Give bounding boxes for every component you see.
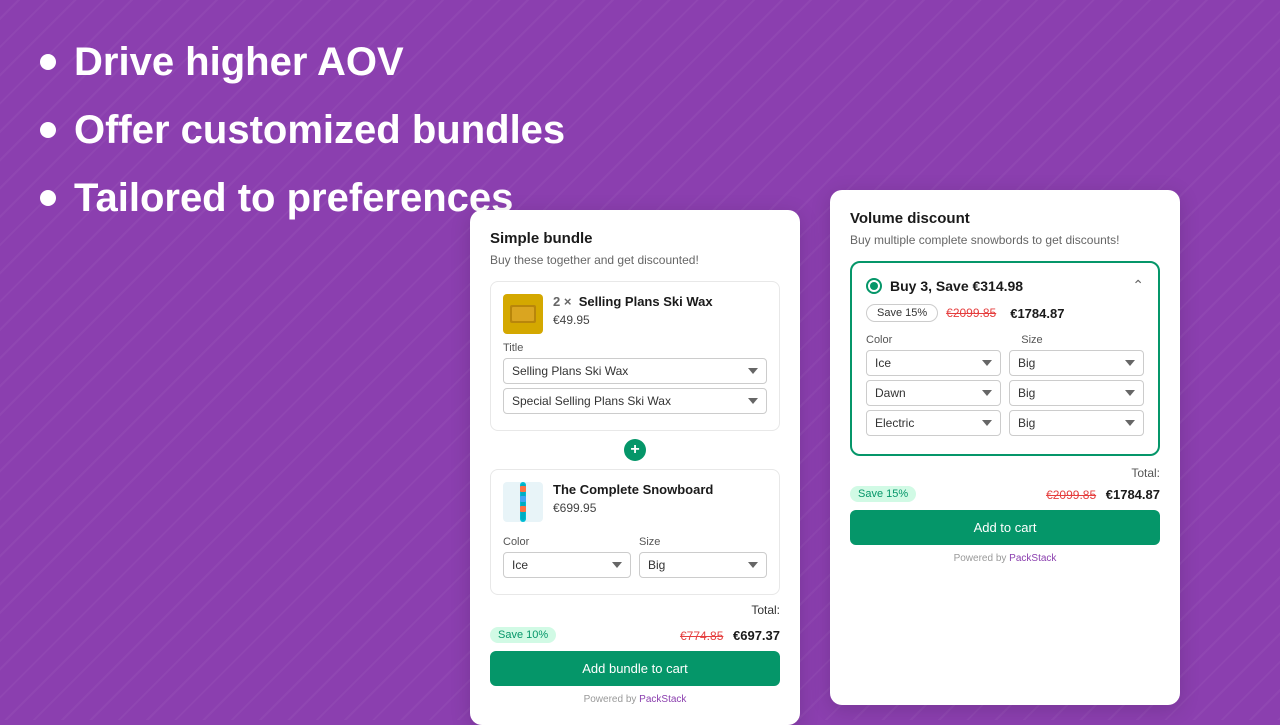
product2-header: The Complete Snowboard €699.95 <box>503 482 767 522</box>
variant3-color-select[interactable]: Ice Dawn Electric <box>866 410 1001 436</box>
vol-total-row: Total: <box>850 466 1160 480</box>
product2-color-label: Color <box>503 536 631 548</box>
vol-original-price: €2099.85 <box>946 306 996 320</box>
volume-discount-subtitle: Buy multiple complete snowbords to get d… <box>850 233 1160 247</box>
color-col-label: Color <box>866 334 1013 346</box>
bullet-aov: Drive higher AOV <box>40 40 565 84</box>
buy3-radio[interactable] <box>866 278 882 294</box>
volume-discount-card: Volume discount Buy multiple complete sn… <box>830 190 1180 705</box>
vol-footer-discounted: €1784.87 <box>1106 487 1160 502</box>
save15-badge: Save 15% <box>866 304 938 322</box>
vol-total-label: Total: <box>1131 466 1160 480</box>
variant-row-2: Ice Dawn Electric Big Small <box>866 380 1144 406</box>
vol-save-badge: Save 15% <box>850 486 916 502</box>
product1-field-label: Title <box>503 342 767 354</box>
buy3-header: Buy 3, Save €314.98 ⌃ <box>866 277 1144 294</box>
original-price-value: €774.85 <box>680 629 723 643</box>
add-plus-area: + <box>490 439 780 461</box>
vol-footer-original: €2099.85 <box>1046 488 1096 502</box>
add-plus-button[interactable]: + <box>624 439 646 461</box>
product2-size-group: Size Big Small <box>639 530 767 582</box>
buy3-title: Buy 3, Save €314.98 <box>890 278 1023 294</box>
product2-color-select[interactable]: Ice Dawn Electric <box>503 552 631 578</box>
simple-bundle-subtitle: Buy these together and get discounted! <box>490 253 780 267</box>
product1-quantity: 2 × <box>553 294 575 309</box>
size-col-label: Size <box>1021 334 1144 346</box>
variant3-size-select[interactable]: Big Small <box>1009 410 1144 436</box>
product1-dropdown1[interactable]: Selling Plans Ski Wax <box>503 358 767 384</box>
bullet-dot-aov <box>40 54 56 70</box>
product2-price: €699.95 <box>553 501 713 515</box>
vol-add-button[interactable]: Add to cart <box>850 510 1160 545</box>
variant1-size-select[interactable]: Big Small <box>1009 350 1144 376</box>
save-row: Save 10% €774.85 €697.37 <box>490 627 780 643</box>
product2-thumbnail <box>503 482 543 522</box>
buy3-left: Buy 3, Save €314.98 <box>866 278 1023 294</box>
product1-name: 2 × Selling Plans Ski Wax <box>553 294 713 311</box>
variant-header-row: Color Size <box>866 334 1144 346</box>
total-label: Total: <box>751 603 780 617</box>
product2-size-label: Size <box>639 536 767 548</box>
add-bundle-button[interactable]: Add bundle to cart <box>490 651 780 686</box>
original-price: €774.85 €697.37 <box>680 628 780 643</box>
variant-rows: Color Size Ice Dawn Electric Big Small <box>866 334 1144 436</box>
volume-discount-title: Volume discount <box>850 210 1160 227</box>
bullet-text-bundles: Offer customized bundles <box>74 108 565 152</box>
product2-size-select[interactable]: Big Small <box>639 552 767 578</box>
product1-price: €49.95 <box>553 313 713 327</box>
product1-thumbnail <box>503 294 543 334</box>
product1-row: 2 × Selling Plans Ski Wax €49.95 Title S… <box>490 281 780 431</box>
buy3-prices: Save 15% €2099.85 €1784.87 <box>866 304 1144 322</box>
variant-row-3: Ice Dawn Electric Big Small <box>866 410 1144 436</box>
vol-footer-prices: €2099.85 €1784.87 <box>1046 487 1160 502</box>
cards-area: Simple bundle Buy these together and get… <box>470 210 1180 725</box>
powered-by-simple: Powered by PackStack <box>490 694 780 705</box>
product2-variant-selects: Color Ice Dawn Electric Size Big Small <box>503 530 767 582</box>
bullet-bundles: Offer customized bundles <box>40 108 565 152</box>
product2-name: The Complete Snowboard <box>553 482 713 499</box>
chevron-up-icon[interactable]: ⌃ <box>1132 277 1144 294</box>
product1-dropdown2[interactable]: Special Selling Plans Ski Wax <box>503 388 767 414</box>
bullet-text-preferences: Tailored to preferences <box>74 176 513 220</box>
variant1-color-select[interactable]: Ice Dawn Electric <box>866 350 1001 376</box>
save-badge: Save 10% <box>490 627 556 643</box>
bullet-text-aov: Drive higher AOV <box>74 40 404 84</box>
powered-by-vol: Powered by PackStack <box>850 553 1160 564</box>
discounted-price-value: €697.37 <box>733 628 780 643</box>
vol-save-row: Save 15% €2099.85 €1784.87 <box>850 486 1160 502</box>
packstack-link-simple[interactable]: PackStack <box>639 694 686 705</box>
total-row: Total: <box>490 603 780 617</box>
variant2-color-select[interactable]: Ice Dawn Electric <box>866 380 1001 406</box>
product2-row: The Complete Snowboard €699.95 Color Ice… <box>490 469 780 595</box>
simple-bundle-title: Simple bundle <box>490 230 780 247</box>
variant2-size-select[interactable]: Big Small <box>1009 380 1144 406</box>
bullet-dot-bundles <box>40 122 56 138</box>
variant-row-1: Ice Dawn Electric Big Small <box>866 350 1144 376</box>
vol-discounted-price: €1784.87 <box>1010 306 1064 321</box>
product1-header: 2 × Selling Plans Ski Wax €49.95 <box>503 294 767 334</box>
product2-info: The Complete Snowboard €699.95 <box>553 482 713 515</box>
bullet-dot-preferences <box>40 190 56 206</box>
product1-info: 2 × Selling Plans Ski Wax €49.95 <box>553 294 713 327</box>
buy3-panel: Buy 3, Save €314.98 ⌃ Save 15% €2099.85 … <box>850 261 1160 456</box>
simple-bundle-card: Simple bundle Buy these together and get… <box>470 210 800 725</box>
radio-inner <box>870 282 878 290</box>
packstack-link-vol[interactable]: PackStack <box>1009 553 1056 564</box>
product2-color-group: Color Ice Dawn Electric <box>503 530 631 582</box>
